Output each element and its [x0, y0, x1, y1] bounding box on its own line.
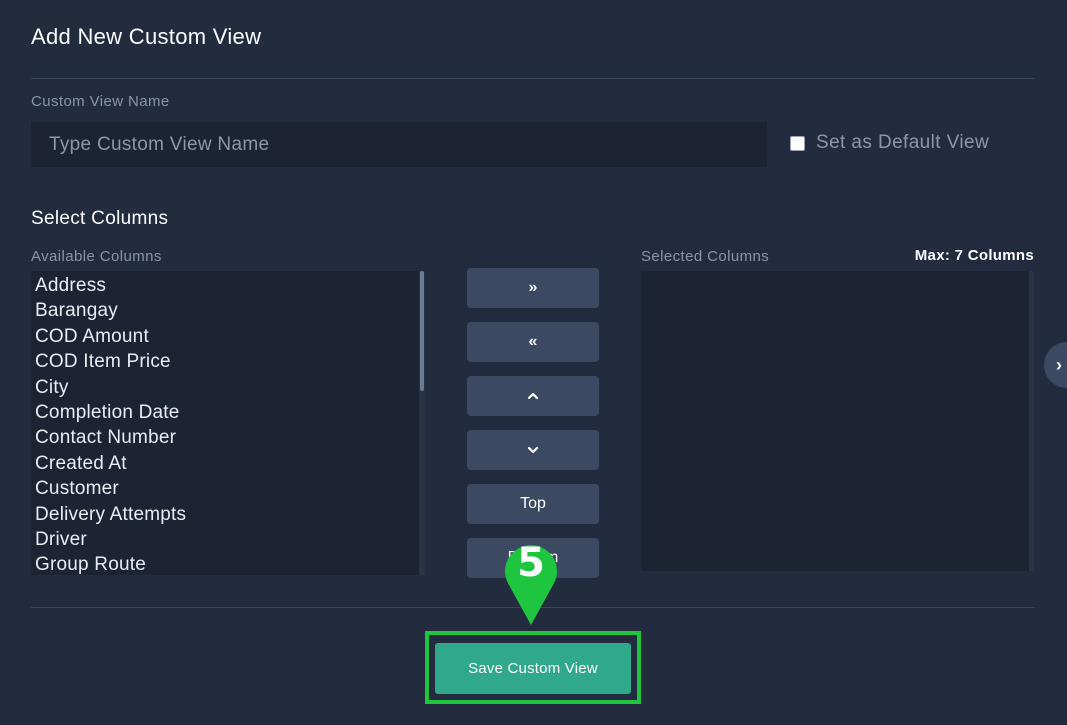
scrollbar-thumb[interactable]: [420, 271, 424, 391]
custom-view-name-label: Custom View Name: [31, 93, 170, 110]
default-view-checkbox[interactable]: [790, 135, 805, 151]
chevron-up-icon: [527, 392, 539, 400]
default-view-label: Set as Default View: [816, 132, 990, 153]
move-top-label: Top: [520, 495, 546, 512]
available-columns-list[interactable]: Address Barangay COD Amount COD Item Pri…: [31, 271, 425, 575]
list-item[interactable]: Contact Number: [35, 425, 425, 450]
selected-list-scrollbar[interactable]: [1029, 271, 1034, 571]
list-item[interactable]: Created At: [35, 451, 425, 476]
list-item[interactable]: Completion Date: [35, 400, 425, 425]
remove-all-button[interactable]: «: [467, 322, 599, 362]
step-number: 5: [517, 540, 545, 586]
custom-view-modal: Add New Custom View Custom View Name Set…: [0, 0, 1067, 725]
default-view-option[interactable]: Set as Default View: [790, 132, 989, 154]
modal-title: Add New Custom View: [31, 24, 262, 49]
side-panel-toggle[interactable]: ›: [1044, 342, 1067, 388]
chevron-right-icon: ›: [1056, 354, 1062, 375]
list-item[interactable]: Address: [35, 273, 425, 298]
list-item[interactable]: Delivery Attempts: [35, 502, 425, 527]
select-columns-title: Select Columns: [31, 208, 169, 229]
list-item[interactable]: City: [35, 375, 425, 400]
list-item[interactable]: Barangay: [35, 298, 425, 323]
available-columns-label: Available Columns: [31, 248, 162, 265]
double-chevron-left-icon: «: [528, 333, 538, 350]
selected-columns-list[interactable]: [641, 271, 1034, 571]
add-all-button[interactable]: »: [467, 268, 599, 308]
selected-columns-label: Selected Columns: [641, 248, 770, 265]
save-custom-view-button[interactable]: Save Custom View: [435, 643, 631, 694]
header-divider: [31, 78, 1035, 79]
move-up-button[interactable]: [467, 376, 599, 416]
list-item[interactable]: Customer: [35, 476, 425, 501]
list-item[interactable]: Group Route: [35, 552, 425, 575]
list-item[interactable]: COD Item Price: [35, 349, 425, 374]
list-item[interactable]: Driver: [35, 527, 425, 552]
list-item[interactable]: COD Amount: [35, 324, 425, 349]
available-list-scrollbar[interactable]: [419, 271, 425, 575]
custom-view-name-input[interactable]: [31, 122, 767, 167]
move-down-button[interactable]: [467, 430, 599, 470]
move-top-button[interactable]: Top: [467, 484, 599, 524]
max-columns-label: Max: 7 Columns: [914, 247, 1034, 264]
chevron-down-icon: [527, 446, 539, 454]
double-chevron-right-icon: »: [528, 279, 538, 296]
